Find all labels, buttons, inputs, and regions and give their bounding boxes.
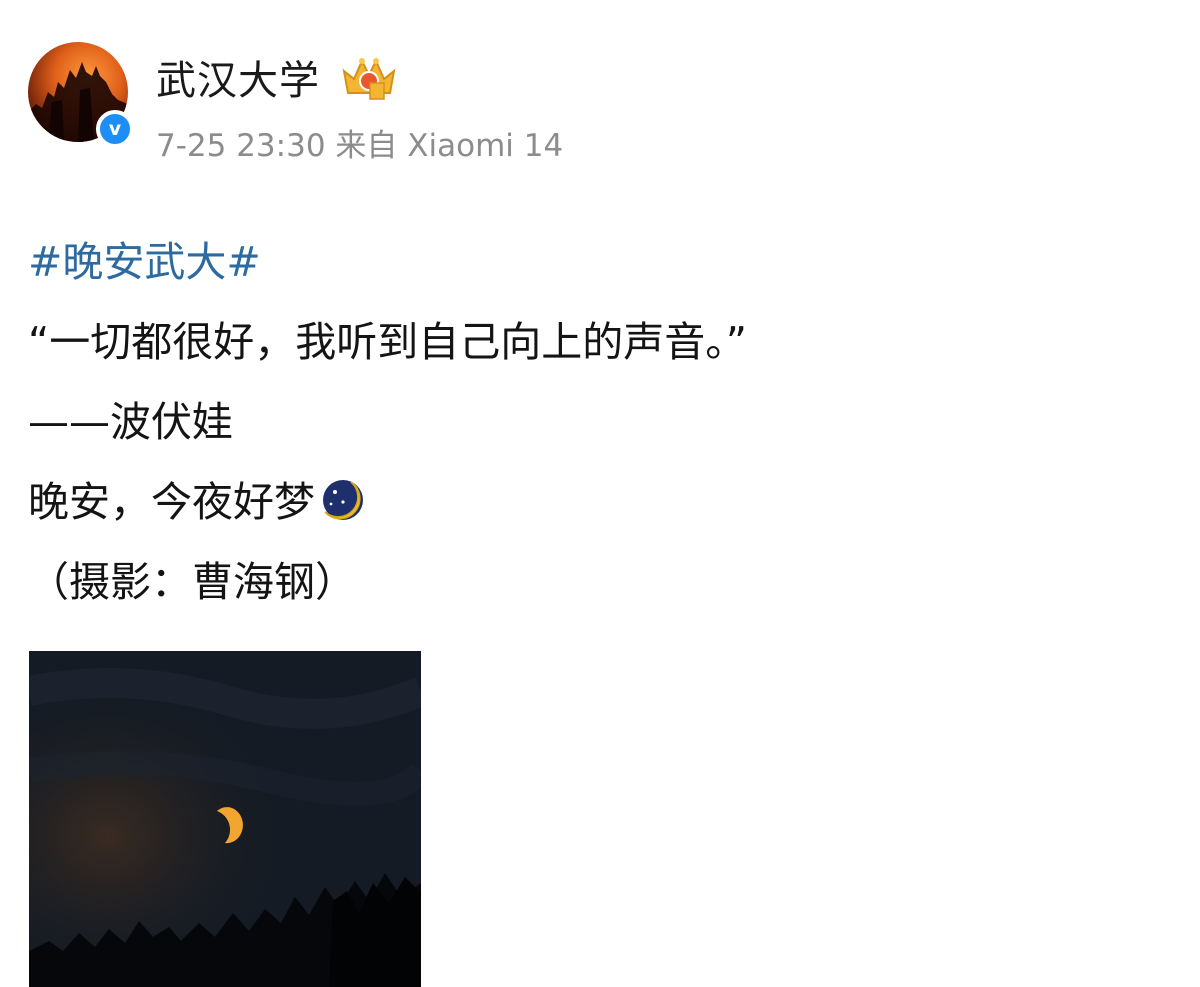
weibo-post: v 武汉大学 7-25 23:30 来自 Xiaomi 14 #晚安武大# “一…: [0, 0, 1200, 987]
night-sky-moon-photo: [29, 651, 421, 987]
post-content: #晚安武大# “一切都很好，我听到自己向上的声音。” ——波伏娃 晚安，今夜好梦…: [28, 222, 1168, 622]
verified-icon: v: [96, 110, 134, 148]
attribution-line: ——波伏娃: [28, 398, 233, 446]
hashtag-line: #晚安武大#: [28, 222, 1168, 302]
goodnight-line: 晚安，今夜好梦: [28, 462, 1168, 542]
verified-mark: v: [108, 117, 122, 140]
post-photo[interactable]: [29, 651, 421, 987]
name-row: 武汉大学: [156, 48, 398, 106]
post-source: 来自 Xiaomi 14: [335, 128, 564, 164]
author-name[interactable]: 武汉大学: [156, 48, 320, 106]
post-meta: 7-25 23:30 来自 Xiaomi 14: [156, 120, 563, 165]
hashtag-link[interactable]: #晚安武大#: [28, 238, 261, 286]
goodnight-text: 晚安，今夜好梦: [28, 478, 315, 526]
crown-level-badge-icon[interactable]: [340, 53, 398, 101]
post-time: 7-25 23:30: [156, 128, 326, 164]
moon-and-stars-icon: [323, 480, 363, 520]
credit-line: （摄影：曹海钢）: [28, 558, 356, 606]
quote-line: “一切都很好，我听到自己向上的声音。”: [28, 318, 747, 366]
post-header: v 武汉大学 7-25 23:30 来自 Xiaomi 14: [28, 38, 728, 164]
